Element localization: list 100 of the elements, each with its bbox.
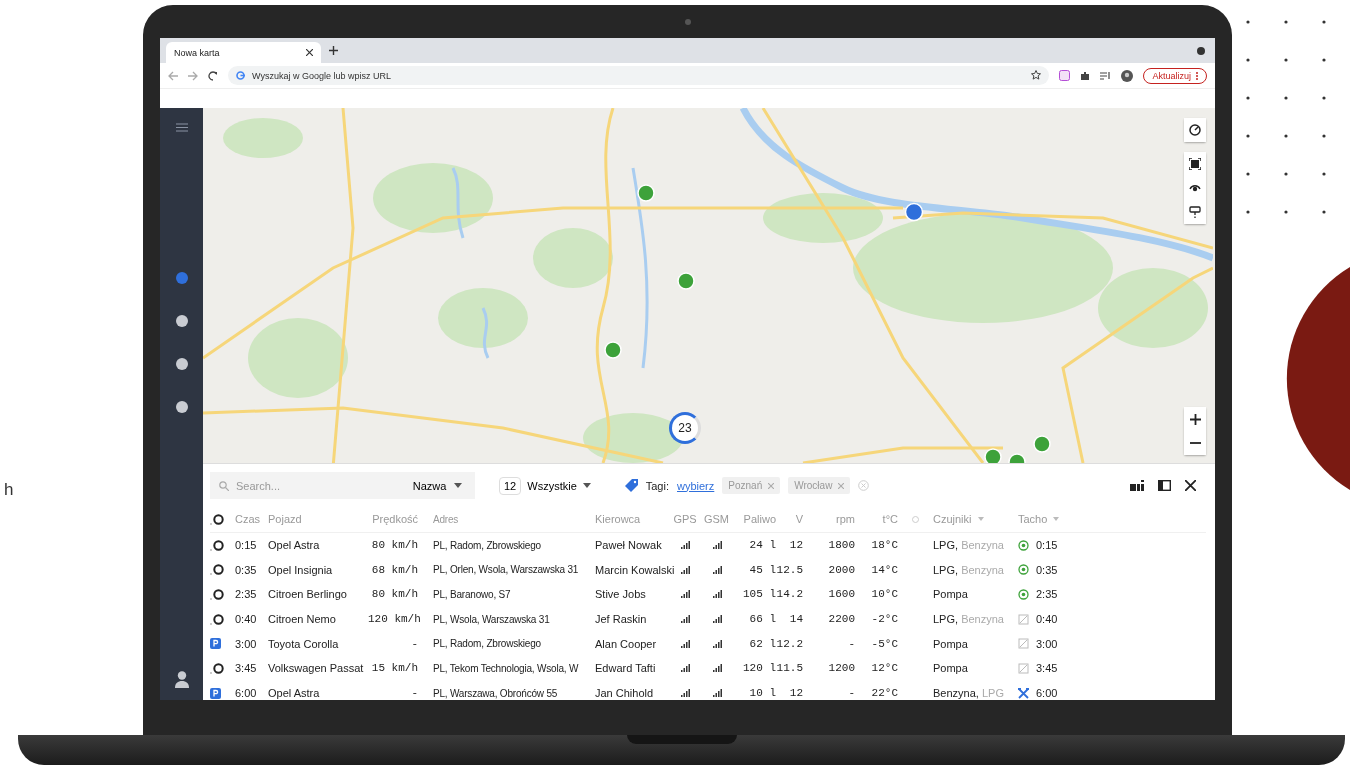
reload-icon — [208, 70, 218, 81]
close-button[interactable] — [1185, 480, 1196, 491]
table-cell: 2:35 — [1036, 588, 1058, 601]
column-header[interactable]: V — [776, 513, 803, 526]
column-header[interactable]: Pojazd — [268, 513, 368, 526]
sidebar-item[interactable] — [175, 358, 188, 370]
table-cell: 3:00 — [1036, 637, 1058, 650]
speedometer-button[interactable] — [1184, 118, 1206, 142]
table-cell-text: 0:35 — [235, 563, 258, 576]
table-cell-text: 22°C — [870, 687, 898, 700]
gsm-signal-icon — [711, 564, 722, 575]
table-cell-text: 15 km/h — [370, 662, 418, 675]
column-header[interactable]: Kierowca — [595, 513, 670, 526]
gps-signal-icon — [680, 663, 690, 674]
plus-icon — [329, 46, 338, 55]
gps-signal-icon — [680, 589, 690, 600]
gps-signal-icon — [680, 614, 690, 625]
table-cell-text: 3:00 — [235, 637, 258, 650]
tag-chip[interactable]: Wrocław — [788, 477, 851, 494]
sidebar-item[interactable] — [175, 401, 188, 413]
camera-icon — [684, 19, 691, 25]
column-header[interactable]: Czujniki — [933, 513, 972, 526]
table-cell-text: PL, Tekom Technologia, Wsola, W — [432, 662, 580, 674]
table-cell-text: Toyota Corolla — [268, 637, 340, 650]
table-cell-text: 105 l — [742, 588, 776, 601]
search-field[interactable]: Search... — [210, 472, 400, 499]
table-cell-text: Alan Cooper — [595, 637, 658, 650]
table-cell-text: 80 km/h — [370, 539, 418, 552]
table-cell: 120 km/h — [368, 613, 418, 626]
extension-icon — [1059, 70, 1071, 81]
table-cell-text: PL, Warszawa, Obrońców 55 — [432, 687, 559, 699]
caret-icon — [582, 483, 591, 488]
table-cell-text: 45 l — [748, 563, 776, 576]
table-cell-text: Stive Jobs — [595, 588, 647, 601]
column-header[interactable]: Czas — [235, 513, 268, 526]
caret-icon — [1053, 517, 1060, 522]
puzzle-icon — [1080, 70, 1091, 81]
column-header[interactable]: Adres — [418, 513, 595, 525]
table-cell-text: 14°C — [870, 563, 898, 576]
table-cell-text: LPG, Benzyna — [933, 539, 1005, 552]
eye-icon — [1189, 183, 1201, 193]
table-cell: 0:40 — [1036, 613, 1058, 626]
account-icon — [1197, 46, 1205, 55]
steering-wheel-icon — [210, 513, 224, 525]
table-cell-text: Pompa — [933, 637, 969, 650]
gsm-signal-icon — [711, 614, 722, 625]
zoom-in-button[interactable] — [1184, 407, 1206, 431]
panel-toggle-button[interactable] — [1158, 480, 1171, 491]
table-cell-text: PL, Radom, Zbrowskiego — [432, 539, 542, 551]
fit-view-button[interactable] — [1184, 152, 1206, 176]
sidebar-item[interactable] — [175, 315, 188, 327]
column-header[interactable]: rpm — [803, 513, 855, 526]
back-icon — [168, 70, 178, 81]
tag-icon — [624, 479, 638, 492]
table-cell-text: 12 — [788, 687, 803, 700]
table-cell-text: PL, Radom, Zbrowskiego — [432, 638, 542, 650]
tag-chip[interactable]: Poznań — [722, 477, 781, 494]
close-icon — [838, 482, 845, 489]
menu-icon — [175, 123, 188, 132]
column-header[interactable]: Paliwo — [733, 513, 776, 526]
table-cell-text: 2:35 — [235, 588, 258, 601]
close-icon — [306, 49, 313, 56]
address-bar[interactable]: Wyszukaj w Google lub wpisz URL — [228, 66, 1050, 85]
column-header[interactable]: t°C — [855, 513, 898, 526]
table-cell-text: Volkswagen Passat — [268, 662, 365, 675]
table-cell-text: 2200 — [827, 613, 855, 626]
table-cell-text: Jan Chihold — [595, 687, 655, 700]
zoom-out-button[interactable] — [1184, 431, 1206, 455]
gsm-signal-icon — [711, 589, 722, 600]
star-icon — [1031, 70, 1042, 80]
gsm-signal-icon — [711, 688, 722, 699]
column-header[interactable]: Prędkość — [368, 513, 418, 526]
gauge-icon — [1189, 124, 1201, 136]
google-icon — [236, 71, 245, 80]
search-icon — [219, 481, 229, 491]
table-cell-text: - — [410, 687, 418, 700]
user-icon — [174, 671, 189, 688]
column-header[interactable]: GPS — [670, 513, 700, 526]
update-button[interactable]: Aktualizuj — [1143, 67, 1207, 84]
choose-tags-link[interactable]: wybierz — [677, 479, 715, 492]
column-header[interactable]: GSM — [700, 513, 733, 526]
column-header[interactable]: Tacho — [1018, 513, 1048, 526]
gps-signal-icon — [680, 540, 690, 551]
table-cell-text: PL, Orlen, Wsola, Warszawska 31 — [432, 564, 580, 576]
table-cell-text: Citroen Berlingo — [268, 588, 348, 601]
marker-button[interactable] — [1184, 200, 1206, 224]
plus-icon — [1189, 413, 1201, 425]
columns-button[interactable] — [1130, 480, 1144, 491]
close-icon — [1185, 480, 1196, 491]
sort-dropdown[interactable]: Nazwa — [400, 472, 475, 499]
table-cell-text: 120 l — [742, 662, 776, 675]
table-cell-text: 6:00 — [235, 687, 258, 700]
table-cell-text: Paweł Nowak — [595, 539, 663, 552]
filter-dropdown[interactable]: 12 Wszystkie — [493, 475, 597, 496]
frame-icon — [1189, 158, 1201, 170]
table-cell-text: Opel Astra — [268, 687, 321, 700]
browser-tab[interactable]: Nowa karta — [166, 42, 321, 63]
caret-icon — [454, 483, 463, 488]
sign-icon — [1189, 206, 1201, 218]
table-cell-text: 24 l — [748, 539, 776, 552]
